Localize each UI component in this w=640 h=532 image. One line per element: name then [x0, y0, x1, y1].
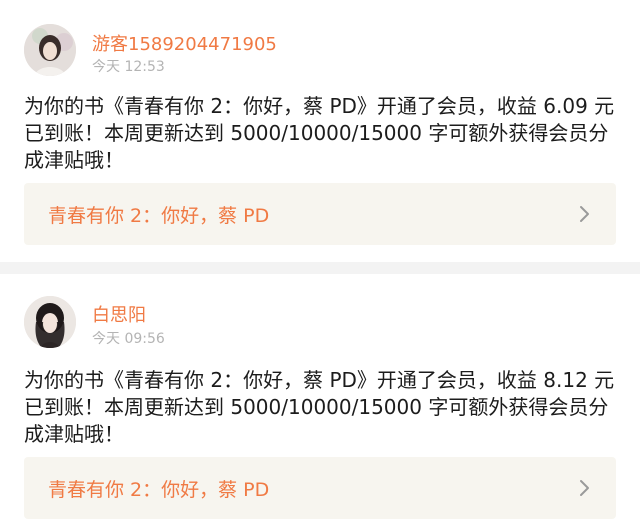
chevron-right-icon — [580, 206, 589, 222]
book-link[interactable]: 青春有你 2：你好，蔡 PD — [24, 457, 616, 519]
timestamp: 今天 09:56 — [92, 331, 165, 347]
username[interactable]: 白思阳 — [92, 301, 146, 327]
notification-card: 白思阳 今天 09:56 为你的书《青春有你 2：你好，蔡 PD》开通了会员，收… — [0, 274, 640, 532]
avatar[interactable] — [24, 24, 76, 76]
notification-message: 为你的书《青春有你 2：你好，蔡 PD》开通了会员，收益 8.12 元已到账！本… — [24, 368, 615, 446]
notification-card: 游客1589204471905 今天 12:53 为你的书《青春有你 2：你好，… — [0, 0, 640, 262]
username[interactable]: 游客1589204471905 — [92, 30, 277, 56]
timestamp: 今天 12:53 — [92, 59, 165, 75]
chevron-right-icon — [580, 480, 589, 496]
book-link[interactable]: 青春有你 2：你好，蔡 PD — [24, 183, 616, 245]
section-separator — [0, 262, 640, 274]
book-title: 青春有你 2：你好，蔡 PD — [48, 479, 270, 501]
avatar[interactable] — [24, 296, 76, 348]
notification-feed: 游客1589204471905 今天 12:53 为你的书《青春有你 2：你好，… — [0, 0, 640, 532]
book-title: 青春有你 2：你好，蔡 PD — [48, 205, 270, 227]
notification-message: 为你的书《青春有你 2：你好，蔡 PD》开通了会员，收益 6.09 元已到账！本… — [24, 94, 615, 172]
